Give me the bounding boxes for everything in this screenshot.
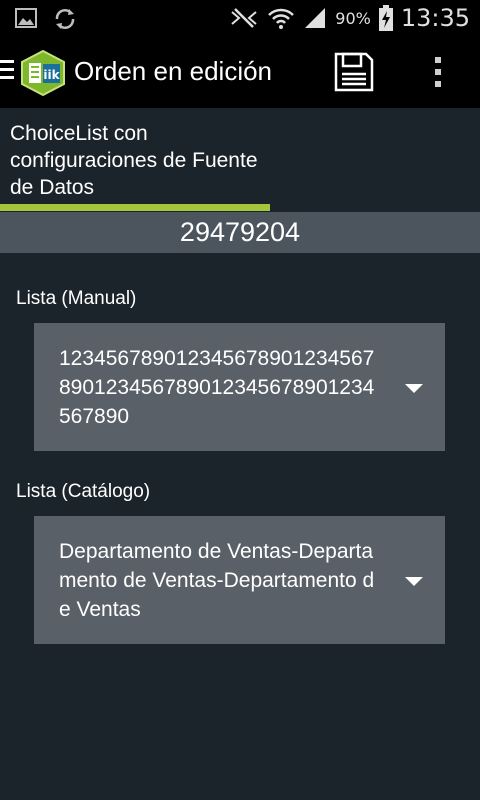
section-title: ChoiceList con configuraciones de Fuente…: [10, 122, 258, 199]
manual-list-value: 1234567890123456789012345678901234567890…: [59, 346, 375, 428]
field-label-catalog: Lista (Catálogo): [16, 481, 151, 502]
overflow-menu-icon[interactable]: [424, 50, 452, 94]
manual-list-dropdown[interactable]: 1234567890123456789012345678901234567890…: [34, 323, 445, 451]
status-right-icons: 90% 13:35: [229, 0, 470, 36]
battery-percent: 90%: [335, 8, 371, 28]
save-icon[interactable]: [332, 50, 376, 94]
status-left-icons: [14, 6, 78, 32]
sync-icon: [55, 9, 75, 29]
app-title: Orden en edición: [74, 56, 273, 86]
svg-text:iik: iik: [43, 68, 60, 82]
section-underline: [0, 204, 270, 211]
mute-icon: [231, 8, 257, 28]
battery-charging-icon: [378, 5, 393, 31]
chevron-down-icon: [405, 577, 423, 586]
signal-icon: [305, 8, 326, 28]
record-id: 29479204: [0, 212, 480, 253]
field-label-manual: Lista (Manual): [16, 288, 137, 309]
menu-icon[interactable]: [0, 60, 14, 82]
action-bar: iik Orden en edición: [0, 36, 480, 108]
catalog-list-dropdown[interactable]: Departamento de Ventas-Departamento de V…: [34, 516, 445, 644]
wifi-icon: [268, 8, 295, 29]
app-logo-icon[interactable]: iik: [20, 50, 66, 96]
image-icon: [15, 8, 37, 28]
catalog-list-value: Departamento de Ventas-Departamento de V…: [59, 539, 375, 621]
status-bar: 90% 13:35: [0, 0, 480, 36]
chevron-down-icon: [405, 384, 423, 393]
clock: 13:35: [400, 4, 470, 32]
